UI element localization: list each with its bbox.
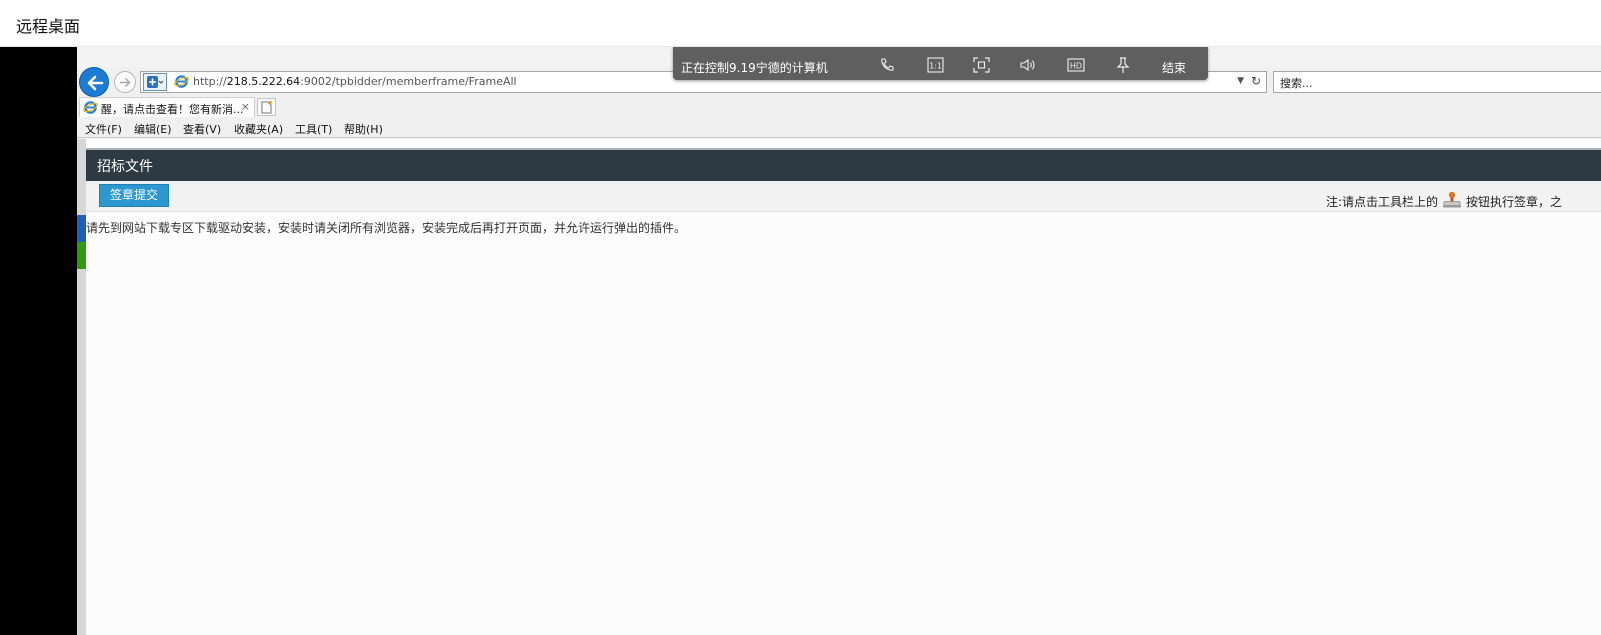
volume-icon[interactable] bbox=[1019, 57, 1037, 73]
left-side-strip bbox=[77, 139, 86, 635]
menu-view[interactable]: 查看(V) bbox=[183, 121, 221, 137]
browser-tab-active[interactable]: 醒，请点击查看！您有新消... × bbox=[79, 97, 255, 117]
shield-plus-icon bbox=[147, 76, 164, 88]
url-host: 218.5.222.64 bbox=[226, 75, 301, 88]
hd-icon[interactable]: HD bbox=[1067, 57, 1085, 73]
window-title: 远程桌面 bbox=[16, 17, 81, 36]
menu-file[interactable]: 文件(F) bbox=[85, 121, 122, 137]
forward-button[interactable] bbox=[114, 71, 136, 93]
tab-title: 醒，请点击查看！您有新消... bbox=[101, 103, 244, 116]
sign-submit-button[interactable]: 签章提交 bbox=[99, 184, 169, 207]
one-to-one-icon[interactable]: 1:1 bbox=[927, 57, 944, 73]
address-dropdown-icon[interactable]: ▼ bbox=[1237, 76, 1244, 86]
menu-favorites[interactable]: 收藏夹(A) bbox=[234, 121, 283, 137]
ie-page-icon bbox=[174, 75, 189, 88]
back-button[interactable] bbox=[79, 67, 109, 97]
svg-text:1:1: 1:1 bbox=[929, 62, 942, 71]
note-prefix: 注:请点击工具栏上的 bbox=[1326, 195, 1439, 209]
search-input[interactable]: 搜索... bbox=[1273, 71, 1601, 93]
phone-icon[interactable] bbox=[879, 57, 895, 73]
address-url[interactable]: http://218.5.222.64:9002/tpbidder/member… bbox=[193, 75, 517, 88]
remote-control-status: 正在控制9.19宁德的计算机 bbox=[681, 61, 828, 75]
sign-note: 注:请点击工具栏上的 按钮执行签章，之 bbox=[1326, 191, 1562, 210]
fullscreen-icon[interactable] bbox=[973, 57, 990, 73]
end-session-button[interactable]: 结束 bbox=[1162, 59, 1186, 76]
side-tab-green[interactable] bbox=[77, 242, 86, 269]
pin-icon[interactable] bbox=[1115, 57, 1131, 74]
search-placeholder: 搜索... bbox=[1280, 77, 1313, 90]
url-scheme: http:// bbox=[193, 75, 227, 88]
note-suffix: 按钮执行签章，之 bbox=[1466, 195, 1563, 209]
remote-screen-left-margin bbox=[0, 47, 77, 635]
remote-desktop-titlebar: 远程桌面 bbox=[0, 0, 1601, 47]
driver-install-notice: 请先到网站下载专区下载驱动安装，安装时请关闭所有浏览器，安装完成后再打开页面，并… bbox=[86, 221, 687, 235]
menu-tools[interactable]: 工具(T) bbox=[295, 121, 332, 137]
ie-tab-icon bbox=[83, 101, 98, 114]
new-tab-button[interactable] bbox=[257, 98, 276, 116]
menu-help[interactable]: 帮助(H) bbox=[344, 121, 383, 137]
tab-close-icon[interactable]: × bbox=[241, 100, 250, 113]
stamp-icon bbox=[1443, 191, 1462, 208]
menu-edit[interactable]: 编辑(E) bbox=[134, 121, 172, 137]
browser-tab-row: 醒，请点击查看！您有新消... × bbox=[77, 97, 1601, 117]
svg-text:HD: HD bbox=[1070, 62, 1082, 71]
browser-menu-bar: 文件(F) 编辑(E) 查看(V) 收藏夹(A) 工具(T) 帮助(H) bbox=[77, 117, 1601, 138]
url-path: :9002/tpbidder/memberframe/FrameAll bbox=[300, 75, 517, 88]
new-tab-icon bbox=[261, 101, 272, 114]
arrow-left-icon bbox=[87, 75, 104, 91]
remote-screen[interactable]: http://218.5.222.64:9002/tpbidder/member… bbox=[77, 47, 1601, 635]
page-toolbar: 签章提交 注:请点击工具栏上的 按钮执行签章，之 bbox=[86, 181, 1601, 212]
remote-control-toolbar: 正在控制9.19宁德的计算机 1:1 HD 结束 bbox=[673, 47, 1208, 80]
panel-header: 招标文件 bbox=[86, 148, 1601, 181]
side-tab-blue[interactable] bbox=[77, 215, 86, 242]
security-shield-button[interactable] bbox=[143, 73, 167, 91]
arrow-right-icon bbox=[120, 77, 131, 88]
refresh-icon[interactable]: ↻ bbox=[1251, 74, 1261, 88]
web-page-content: 招标文件 签章提交 注:请点击工具栏上的 按钮执行签章，之 请先到网站下载专区下… bbox=[77, 139, 1601, 635]
panel-title: 招标文件 bbox=[97, 159, 153, 175]
